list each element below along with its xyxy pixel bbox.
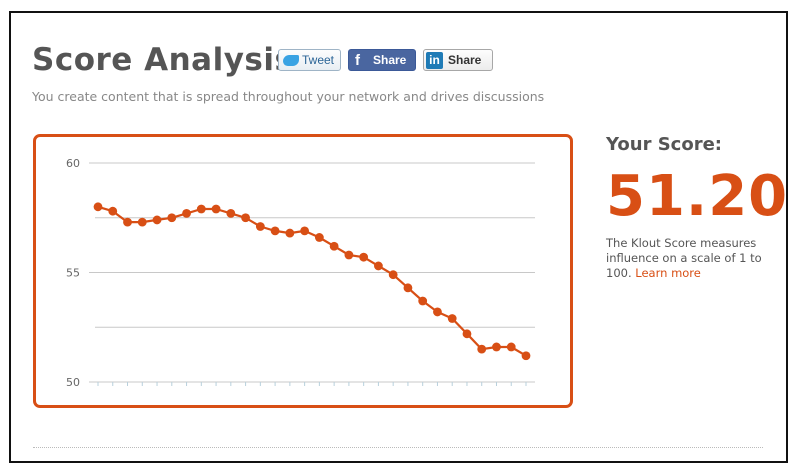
score-data-point	[167, 213, 177, 223]
score-data-point	[182, 208, 191, 218]
page-title: Score Analysis	[32, 42, 294, 78]
score-data-point	[329, 241, 339, 251]
tweet-button-label: Tweet	[302, 53, 335, 67]
score-data-point	[492, 342, 501, 352]
linkedin-share-button[interactable]: in Share	[423, 49, 493, 71]
score-data-point	[270, 226, 280, 236]
score-data-point	[152, 215, 162, 225]
page-subtitle: You create content that is spread throug…	[32, 89, 545, 104]
score-data-point	[255, 222, 265, 231]
score-value: 51.20	[606, 164, 789, 229]
score-data-point	[241, 213, 250, 223]
score-data-point	[196, 204, 206, 214]
y-tick-label: 60	[66, 157, 80, 170]
score-data-point	[285, 228, 295, 238]
score-series-line	[97, 205, 527, 357]
your-score-label: Your Score:	[606, 134, 722, 155]
score-data-point	[477, 344, 487, 354]
score-data-point	[462, 329, 472, 339]
score-data-point	[108, 206, 118, 216]
facebook-share-button[interactable]: f Share	[348, 49, 416, 71]
y-tick-label: 50	[66, 376, 80, 389]
score-line-chart-svg: 50 55 60	[66, 157, 535, 389]
score-data-point	[300, 226, 310, 236]
score-data-point	[447, 314, 457, 323]
score-data-point	[137, 217, 147, 227]
learn-more-link[interactable]: Learn more	[635, 266, 701, 280]
score-data-point	[93, 202, 103, 212]
score-data-point	[123, 217, 132, 227]
score-data-point	[344, 250, 354, 260]
score-data-point	[374, 261, 383, 271]
score-data-point	[521, 351, 531, 361]
score-data-point	[359, 252, 369, 262]
facebook-share-label: Share	[373, 53, 407, 67]
score-history-chart: 50 55 60	[33, 134, 573, 408]
linkedin-share-label: Share	[448, 53, 482, 67]
score-data-point	[418, 296, 428, 306]
y-tick-label: 55	[66, 267, 80, 280]
score-data-point	[403, 283, 413, 293]
section-divider	[33, 447, 763, 448]
tweet-button[interactable]: Tweet	[278, 49, 341, 71]
score-data-point	[211, 204, 221, 214]
score-data-point	[314, 233, 324, 242]
score-description: The Klout Score measures influence on a …	[606, 236, 781, 281]
score-data-point	[506, 342, 516, 352]
score-data-point	[388, 270, 398, 280]
score-data-point	[226, 208, 236, 218]
facebook-icon: f	[355, 51, 360, 69]
twitter-bird-icon	[283, 54, 299, 66]
linkedin-icon: in	[426, 51, 443, 69]
score-data-point	[433, 307, 442, 317]
